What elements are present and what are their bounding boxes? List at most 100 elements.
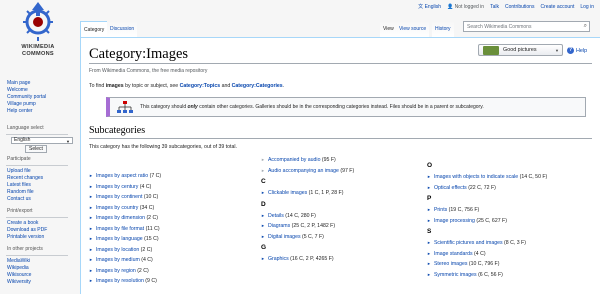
nav-upload-file[interactable]: Upload file xyxy=(7,168,77,175)
subcategory-link[interactable]: Diagrams xyxy=(268,223,290,229)
subcategory-link[interactable]: Prints xyxy=(434,207,447,213)
subcategory-link[interactable]: Image standards xyxy=(434,251,473,257)
subcategory-link[interactable]: Images with objects to indicate scale xyxy=(434,174,518,180)
expand-triangle-icon[interactable]: ► xyxy=(89,215,93,220)
subcategory-link[interactable]: Graphics xyxy=(268,256,289,262)
subcategory-link[interactable]: Images by medium xyxy=(96,257,140,263)
subcategory-item: ► Symmetric images (6 C, 56 F) xyxy=(427,270,547,281)
login-link[interactable]: Log in xyxy=(580,4,594,10)
subcategory-link[interactable]: Accompanied by audio xyxy=(268,157,321,163)
nav-wikisource[interactable]: Wikisource xyxy=(7,272,77,279)
expand-triangle-icon[interactable]: ► xyxy=(261,190,265,195)
subcategory-link[interactable]: Images by language xyxy=(96,236,143,242)
expand-triangle-icon[interactable]: ► xyxy=(427,174,431,179)
search-placeholder: Search Wikimedia Commons xyxy=(467,24,532,30)
contributions-link[interactable]: Contributions xyxy=(505,4,534,10)
expand-triangle-icon[interactable]: ► xyxy=(89,268,93,273)
expand-triangle-icon[interactable]: ► xyxy=(427,251,431,256)
expand-triangle-icon[interactable]: ► xyxy=(427,218,431,223)
help-link[interactable]: ? Help xyxy=(567,47,587,54)
expand-triangle-icon[interactable]: ► xyxy=(89,236,93,241)
expand-triangle-icon[interactable]: ► xyxy=(427,240,431,245)
expand-triangle-icon[interactable]: ► xyxy=(89,194,93,199)
subcategory-link[interactable]: Details xyxy=(268,213,284,219)
divider xyxy=(6,165,68,166)
expand-triangle-icon[interactable]: ► xyxy=(261,223,265,228)
nav-download-pdf[interactable]: Download as PDF xyxy=(7,227,77,234)
subcategory-link[interactable]: Images by location xyxy=(96,247,139,253)
create-account-link[interactable]: Create account xyxy=(540,4,574,10)
subcategory-link[interactable]: Audio accompanying an image xyxy=(268,168,339,174)
expand-triangle-icon[interactable]: ► xyxy=(427,185,431,190)
subcategory-link[interactable]: Digital images xyxy=(268,234,301,240)
category-topics-link[interactable]: Category:Topics xyxy=(180,83,221,89)
search-input[interactable]: Search Wikimedia Commons ⌕ xyxy=(463,21,590,32)
expand-triangle-icon[interactable]: ► xyxy=(261,168,265,173)
language-select[interactable]: English ▼ xyxy=(11,137,73,144)
nav-latest-files[interactable]: Latest files xyxy=(7,182,77,189)
subcategory-link[interactable]: Images by century xyxy=(96,184,138,190)
tab-discussion[interactable]: Discussion xyxy=(107,21,138,37)
subcategory-link[interactable]: Images by resolution xyxy=(96,278,144,284)
subcategory-link[interactable]: Symmetric images xyxy=(434,272,477,278)
subcategory-count: (97 F) xyxy=(338,167,355,174)
subcategory-link[interactable]: Images by file format xyxy=(96,226,144,232)
subcategory-link[interactable]: Images by region xyxy=(96,268,136,274)
nav-village-pump[interactable]: Village pump xyxy=(7,101,77,108)
subcategory-link[interactable]: Image processing xyxy=(434,218,475,224)
nav-contact-us[interactable]: Contact us xyxy=(7,196,77,203)
topics-pre: To find xyxy=(89,83,106,89)
nav-community-portal[interactable]: Community portal xyxy=(7,94,77,101)
nav-main-page[interactable]: Main page xyxy=(7,80,77,87)
subcategory-link[interactable]: Scientific pictures and images xyxy=(434,240,503,246)
commons-logo-icon xyxy=(23,2,53,41)
nav-wikiversity[interactable]: Wikiversity xyxy=(7,279,77,286)
nav-recent-changes[interactable]: Recent changes xyxy=(7,175,77,182)
tab-history[interactable]: History xyxy=(432,21,454,37)
subcategory-link[interactable]: Clickable images xyxy=(268,190,307,196)
nav-help-center[interactable]: Help center xyxy=(7,108,77,115)
expand-triangle-icon[interactable]: ► xyxy=(261,234,265,239)
expand-triangle-icon[interactable]: ► xyxy=(89,247,93,252)
wikimedia-commons-logo[interactable]: WIKIMEDIA COMMONS xyxy=(10,0,66,66)
tab-view[interactable]: View xyxy=(380,21,397,37)
subcategory-link[interactable]: Stereo images xyxy=(434,261,467,267)
nav-random-file[interactable]: Random file xyxy=(7,189,77,196)
subcategory-item: ► Images by continent (10 C) xyxy=(89,192,161,203)
expand-triangle-icon[interactable]: ► xyxy=(427,207,431,212)
tab-view-source[interactable]: View source xyxy=(396,21,430,37)
language-link[interactable]: 文 English xyxy=(418,3,441,10)
nav-printable-version[interactable]: Printable version xyxy=(7,234,77,241)
expand-triangle-icon[interactable]: ► xyxy=(89,184,93,189)
expand-triangle-icon[interactable]: ► xyxy=(427,261,431,266)
expand-triangle-icon[interactable]: ► xyxy=(89,173,93,178)
subcategory-link[interactable]: Optical effects xyxy=(434,185,467,191)
subcategory-link[interactable]: Images by dimension xyxy=(96,215,145,221)
nav-mediawiki[interactable]: MediaWiki xyxy=(7,258,77,265)
expand-triangle-icon[interactable]: ► xyxy=(89,205,93,210)
logo-line2: COMMONS xyxy=(22,50,54,57)
tab-category[interactable]: Category xyxy=(80,21,109,37)
subcategory-link[interactable]: Images by country xyxy=(96,205,138,211)
section-letter: O xyxy=(427,162,433,169)
category-categories-link[interactable]: Category:Categories xyxy=(232,83,283,89)
expand-triangle-icon[interactable]: ► xyxy=(261,157,265,162)
expand-triangle-icon[interactable]: ► xyxy=(89,257,93,262)
expand-triangle-icon[interactable]: ► xyxy=(261,213,265,218)
subcategory-link[interactable]: Images by continent xyxy=(96,194,142,200)
talk-link[interactable]: Talk xyxy=(490,4,499,10)
topics-bold: images xyxy=(105,83,124,89)
expand-triangle-icon[interactable]: ► xyxy=(89,278,93,283)
nav-welcome[interactable]: Welcome xyxy=(7,87,77,94)
search-icon[interactable]: ⌕ xyxy=(584,23,587,30)
language-select-button[interactable]: Select xyxy=(25,145,47,153)
expand-triangle-icon[interactable]: ► xyxy=(427,272,431,277)
nav-wikipedia[interactable]: Wikipedia xyxy=(7,265,77,272)
expand-triangle-icon[interactable]: ► xyxy=(261,256,265,261)
user-icon: 👤 xyxy=(446,3,454,10)
sidebar: WIKIMEDIA COMMONS Main page Welcome Comm… xyxy=(0,0,76,294)
subcategory-link[interactable]: Images by aspect ratio xyxy=(96,173,148,179)
nav-create-book[interactable]: Create a book xyxy=(7,220,77,227)
expand-triangle-icon[interactable]: ► xyxy=(89,226,93,231)
good-pictures-button[interactable]: Good pictures ▼ xyxy=(478,44,563,56)
